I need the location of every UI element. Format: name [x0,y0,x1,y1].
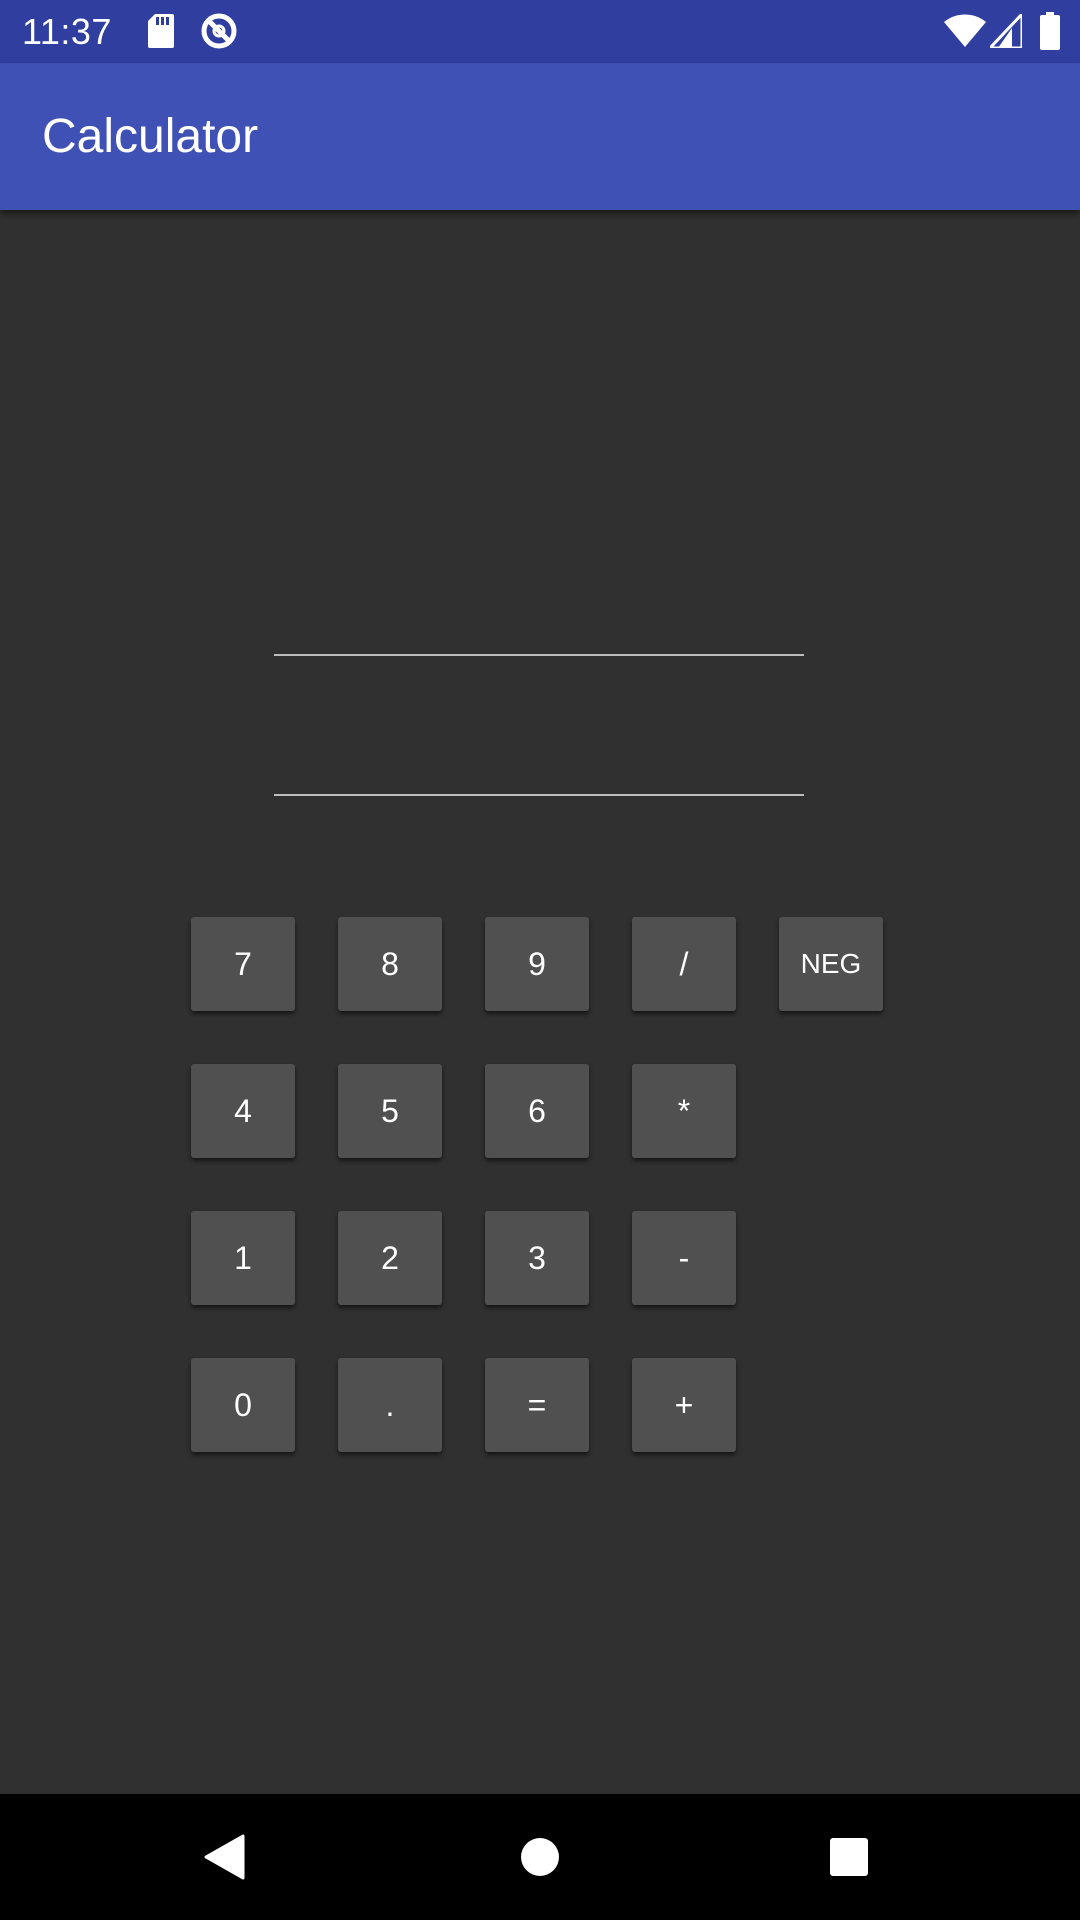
key-3[interactable]: 3 [485,1211,589,1305]
key-2[interactable]: 2 [338,1211,442,1305]
app-bar: Calculator [0,63,1080,210]
key-negate[interactable]: NEG [779,917,883,1011]
key-0[interactable]: 0 [191,1358,295,1452]
key-5[interactable]: 5 [338,1064,442,1158]
sd-card-icon [148,14,174,53]
navigation-bar [0,1794,1080,1920]
key-equals[interactable]: = [485,1358,589,1452]
app-title: Calculator [42,110,259,163]
cell-signal-icon [986,10,1024,53]
calculator-screen: 11:37 Calculator 7 8 9 / NEG 4 5 6 * 1 2… [0,0,1080,1920]
key-multiply[interactable]: * [632,1064,736,1158]
back-icon[interactable] [192,1824,258,1890]
battery-icon [1040,12,1060,55]
do-not-disturb-icon [200,12,238,55]
key-subtract[interactable]: - [632,1211,736,1305]
home-icon[interactable] [507,1824,573,1890]
key-add[interactable]: + [632,1358,736,1452]
first-number-field[interactable] [274,586,804,656]
recents-icon[interactable] [816,1824,882,1890]
wifi-icon [944,14,986,53]
key-9[interactable]: 9 [485,917,589,1011]
key-divide[interactable]: / [632,917,736,1011]
key-6[interactable]: 6 [485,1064,589,1158]
key-8[interactable]: 8 [338,917,442,1011]
key-4[interactable]: 4 [191,1064,295,1158]
status-time: 11:37 [22,11,112,52]
key-decimal[interactable]: . [338,1358,442,1452]
key-1[interactable]: 1 [191,1211,295,1305]
status-bar: 11:37 [0,0,1080,63]
key-7[interactable]: 7 [191,917,295,1011]
second-number-field[interactable] [274,726,804,796]
